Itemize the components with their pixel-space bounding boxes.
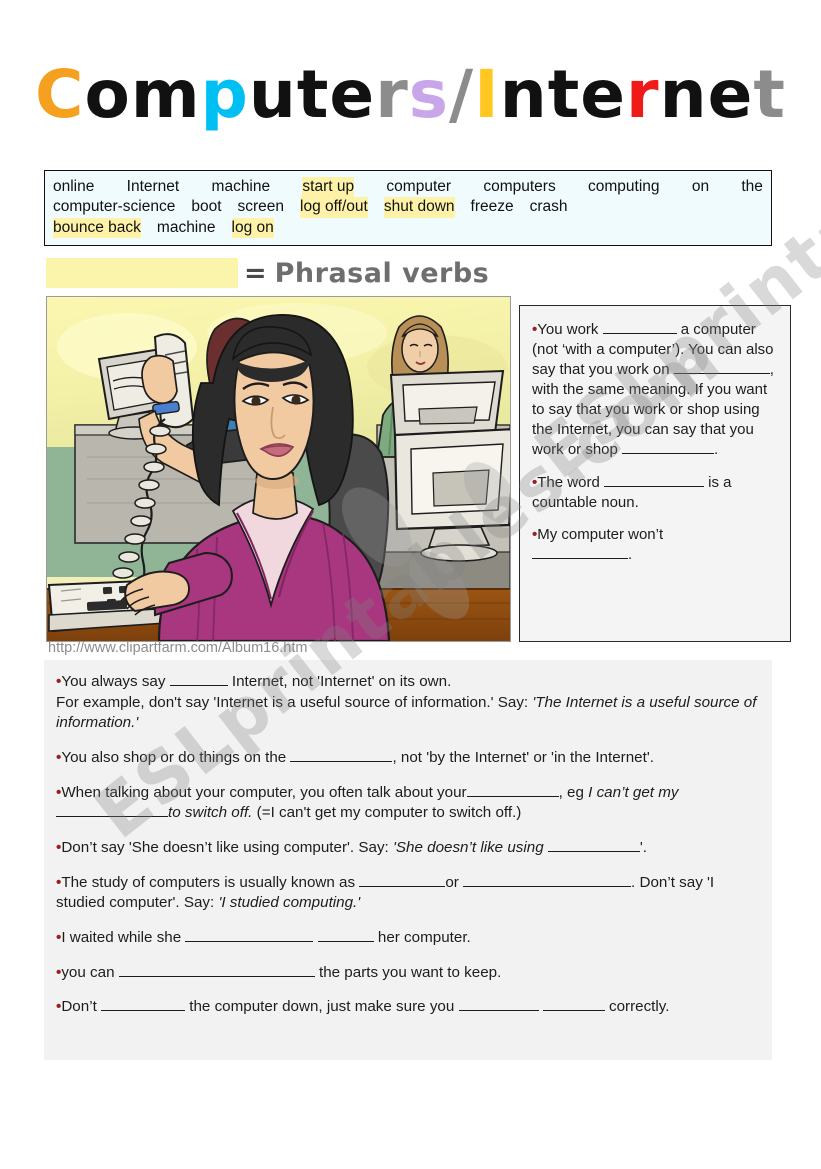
word-bank-word[interactable]: bounce back	[53, 217, 141, 239]
sidebox-item-text: The word is a countable noun.	[532, 473, 732, 511]
legend-color-swatch	[46, 258, 238, 288]
word-bank-word[interactable]: Internet	[127, 177, 180, 197]
word-bank-word[interactable]: computer-science	[53, 197, 175, 217]
legend-equals-sign: =	[244, 257, 267, 289]
title-letter-3: p	[200, 56, 249, 133]
word-bank-word[interactable]: log off/out	[300, 197, 368, 218]
note-item: •When talking about your computer, you o…	[56, 783, 760, 824]
title-letter-17: t	[753, 56, 786, 133]
grammar-notes-list: •You always say Internet, not 'Internet'…	[44, 660, 772, 1060]
word-bank-line-3: bounce back machine log on	[53, 217, 763, 239]
sidebox-item: •The word is a countable noun.	[532, 473, 778, 513]
word-bank-word[interactable]: machine	[212, 177, 271, 197]
page-title: Computers/Internet	[0, 62, 821, 128]
office-clipart-illustration	[46, 296, 511, 642]
word-bank-word[interactable]: on	[692, 177, 709, 197]
title-letter-13: e	[580, 56, 627, 133]
title-letter-2: m	[130, 56, 201, 133]
title-letter-7: r	[375, 56, 409, 133]
word-bank-word[interactable]: online	[53, 177, 94, 197]
note-item: •I waited while she her computer.	[56, 928, 760, 949]
title-letter-11: n	[499, 56, 548, 133]
title-letter-0: C	[35, 56, 85, 133]
title-letter-15: n	[659, 56, 708, 133]
title-letter-12: t	[547, 56, 581, 133]
legend-row: = Phrasal verbs	[46, 256, 489, 290]
note-item-text: You always say Internet, not 'Internet' …	[56, 673, 757, 732]
word-bank-word[interactable]: log on	[231, 217, 274, 239]
title-letter-10: I	[474, 56, 500, 133]
usage-notes-box: •You work a computer (not ‘with a comput…	[519, 305, 791, 642]
word-bank-line-2: computer-science boot screen log off/out shu…	[53, 197, 763, 218]
note-item-text: Don’t the computer down, just make sure …	[61, 998, 670, 1016]
office-scene-svg	[47, 297, 510, 641]
title-letter-16: e	[707, 56, 754, 133]
note-item: •Don’t the computer down, just make sure…	[56, 997, 760, 1018]
title-letter-5: t	[296, 56, 330, 133]
word-bank-word[interactable]: screen	[238, 197, 285, 217]
title-letter-9: /	[449, 56, 475, 133]
word-bank-word[interactable]: shut down	[383, 197, 455, 218]
title-letter-6: e	[329, 56, 376, 133]
sidebox-item: •You work a computer (not ‘with a comput…	[532, 320, 778, 460]
word-bank-word[interactable]: start up	[302, 177, 355, 198]
word-bank-word[interactable]: crash	[530, 197, 568, 217]
word-bank: online Internet machine start up computer com…	[44, 170, 772, 247]
illustration-credit-url: http://www.clipartfarm.com/Album16.htm	[48, 640, 308, 656]
note-item-text: I waited while she her computer.	[61, 929, 471, 947]
title-letter-8: s	[408, 56, 450, 133]
word-bank-word[interactable]: freeze	[471, 197, 514, 217]
note-item-text: You also shop or do things on the , not …	[61, 749, 654, 767]
note-item-text: you can the parts you want to keep.	[61, 963, 502, 981]
note-item: •The study of computers is usually known…	[56, 873, 760, 914]
title-letter-4: u	[248, 56, 297, 133]
word-bank-word[interactable]: computing	[588, 177, 660, 197]
legend-label: Phrasal verbs	[274, 257, 490, 289]
note-item-text: The study of computers is usually known …	[56, 873, 715, 912]
word-bank-word[interactable]: computers	[483, 177, 555, 197]
word-bank-word[interactable]: the	[741, 177, 763, 197]
word-bank-word[interactable]: machine	[157, 218, 216, 238]
sidebox-item-text: You work a computer (not ‘with a compute…	[532, 321, 774, 458]
title-letter-1: o	[84, 56, 131, 133]
word-bank-line-1: online Internet machine start up computer com…	[53, 177, 763, 198]
word-bank-word[interactable]: computer	[386, 177, 451, 197]
note-item: •You also shop or do things on the , not…	[56, 748, 760, 769]
title-letter-14: r	[626, 56, 660, 133]
note-item-text: Don’t say 'She doesn’t like using comput…	[61, 839, 647, 857]
note-item: •you can the parts you want to keep.	[56, 963, 760, 984]
note-item: •Don’t say 'She doesn’t like using compu…	[56, 838, 760, 859]
sidebox-item-text: My computer won’t .	[532, 526, 663, 563]
sidebox-item: •My computer won’t .	[532, 525, 778, 565]
word-bank-word[interactable]: boot	[191, 197, 221, 217]
note-item: •You always say Internet, not 'Internet'…	[56, 672, 760, 734]
note-item-text: When talking about your computer, you of…	[56, 784, 678, 821]
